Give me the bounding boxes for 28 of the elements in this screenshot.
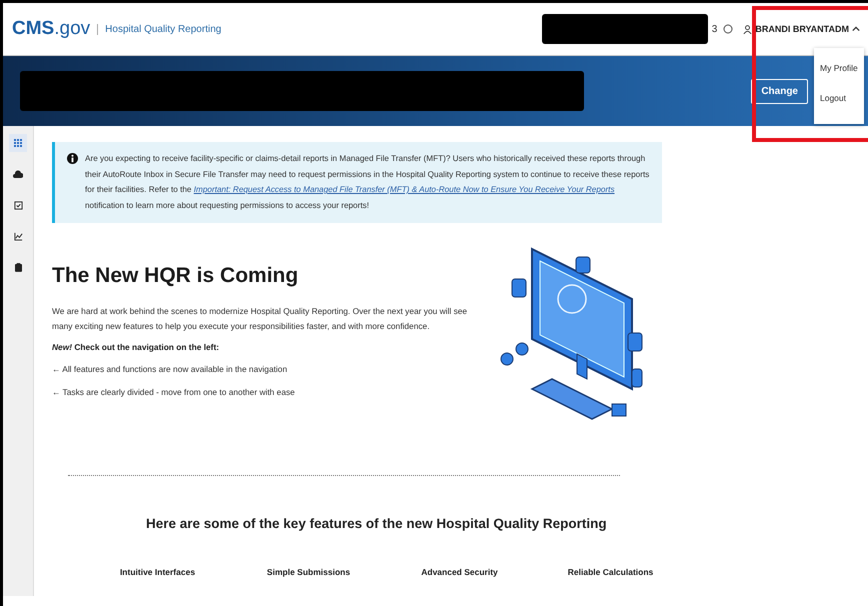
navigation-hint-text: New! Check out the navigation on the left: (52, 342, 220, 352)
user-icon (743, 24, 752, 34)
user-menu-button[interactable]: BRANDI BRYANTADM (739, 24, 868, 34)
info-icon (67, 153, 78, 164)
menu-item[interactable]: My Profile (814, 56, 864, 86)
clipboard-icon (14, 262, 22, 272)
features-heading: Here are some of the key features of the new Hospital Quality Reporting (146, 516, 608, 531)
checkbox-icon (14, 200, 22, 210)
notification-count: 3 (712, 24, 718, 34)
feature-title: Reliable Calculations (566, 567, 654, 577)
feature-note: ← All features and functions are now available in the navigation (52, 364, 288, 374)
feature-title: Intuitive Interfaces (118, 567, 196, 577)
notification-link[interactable]: Important: Request Access to Managed File Transfer (MFT) & Auto-Route Now to Ensure You Receive Your Reports (194, 185, 615, 194)
cloud-icon (13, 170, 23, 178)
cms-logo[interactable]: CMS.gov (12, 18, 90, 40)
chart-icon (14, 232, 22, 240)
product-name: Hospital Quality Reporting (97, 24, 222, 34)
grid-icon (14, 138, 22, 148)
caret-icon (852, 25, 860, 33)
change-button[interactable]: Change (751, 78, 808, 104)
help-icon[interactable] (723, 24, 734, 34)
menu-item[interactable]: Logout (814, 86, 864, 116)
page-heading: The New HQR is Coming (52, 264, 300, 288)
alert-message: Are you expecting to receive facility-specific or claims-detail reports in Managed File Transfer (MFT)? Users who historically received these reports through their AutoRoute Inbox in Secure File Transfer may need to request permissions in the Hospital Quality Reporting system to continue to receive these reports for their facilities. Refer to the Important: Request Access to Managed File Transfer (MFT) & Auto-Route Now to Ensure You Receive Your Reports notification to learn more about requesting permissions to access your reports! (85, 153, 650, 212)
feature-note: ← Tasks are clearly divided - move from one to another with ease (52, 387, 296, 397)
feature-title: Simple Submissions (266, 567, 352, 577)
feature-title: Advanced Security (420, 567, 499, 577)
intro-paragraph: We are hard at work behind the scenes to modernize Hospital Quality Reporting. Over the next year you will see many exciting new features to help you execute your responsibilities faster, and with more confidence. (52, 305, 468, 333)
